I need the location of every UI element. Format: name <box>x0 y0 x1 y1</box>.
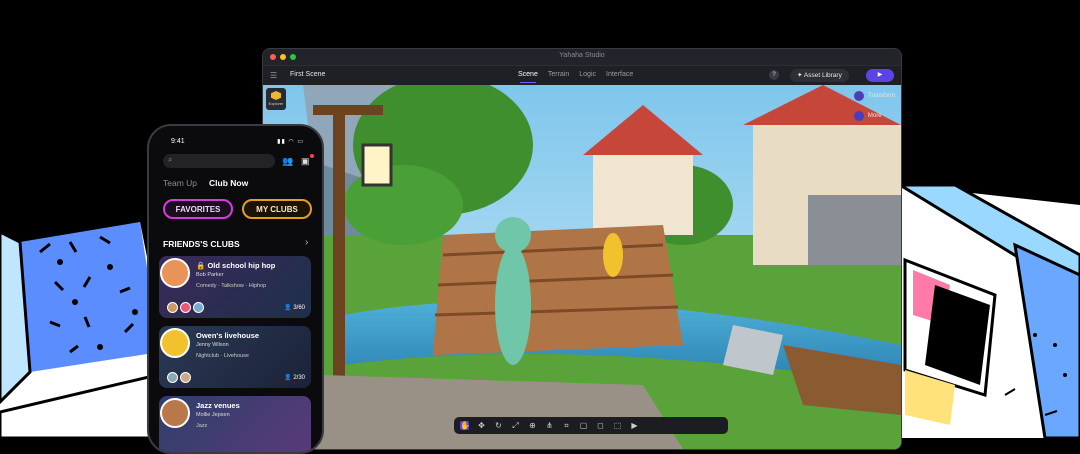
menu-icon[interactable]: ☰ <box>270 71 280 80</box>
cube-icon <box>271 91 281 100</box>
phone-tabs: Team Up Club Now <box>163 178 248 188</box>
move-icon[interactable]: ✥ <box>477 421 486 430</box>
status-time: 9:41 <box>171 138 185 145</box>
search-input[interactable]: ⌕ <box>163 154 275 168</box>
hand-icon[interactable]: ✋ <box>460 421 470 430</box>
avatar <box>160 258 190 288</box>
tab-interface[interactable]: Interface <box>606 69 633 80</box>
transform-button[interactable]: Transform <box>853 91 895 101</box>
scene-title: First Scene <box>290 71 326 78</box>
more-button[interactable]: More <box>853 111 895 121</box>
title-bar: Yahaha Studio <box>263 49 901 66</box>
member-avatars <box>167 372 191 383</box>
notification-badge <box>310 154 314 158</box>
tab-scene[interactable]: Scene <box>518 69 538 83</box>
status-icons: ▮▮ ◠ ▭ <box>277 139 304 145</box>
phone-mockup: 9:41 ▮▮ ◠ ▭ ⌕ 👥 ▣ Team Up Club Now FAVOR… <box>147 124 324 454</box>
member-count: 👤 3/60 <box>284 305 305 311</box>
scene-render <box>263 85 901 449</box>
right-tools: Transform More <box>853 91 895 121</box>
member-count: 👤 2/30 <box>284 375 305 381</box>
sparkle-icon: ✦ <box>797 72 804 79</box>
club-owner: Jenny Wilson <box>196 342 229 348</box>
decorative-box-right <box>897 185 1080 438</box>
club-tags: Jazz <box>196 423 208 429</box>
avatar <box>167 302 178 313</box>
club-card[interactable]: Owen's livehouse Jenny Wilson Nightclub … <box>159 326 311 388</box>
rotate-icon[interactable]: ↻ <box>494 421 503 430</box>
club-card[interactable]: Jazz venues Mollie Jepsen Jazz <box>159 396 311 452</box>
member-avatars <box>167 302 204 313</box>
tab-terrain[interactable]: Terrain <box>548 69 569 80</box>
play-button[interactable]: ▶ <box>866 69 894 82</box>
avatar <box>167 372 178 383</box>
rect-tool-icon[interactable]: ⊕ <box>528 421 537 430</box>
club-name: Owen's livehouse <box>196 331 260 340</box>
help-icon[interactable]: ? <box>769 70 779 80</box>
club-name: Jazz venues <box>196 401 240 410</box>
avatar <box>180 372 191 383</box>
video-icon[interactable]: ▶ <box>630 421 639 430</box>
scene-viewport[interactable]: Explorer Transform More ✋ ✥ ↻ ⤢ ⊕ ⋔ ⌗ ▢ … <box>263 85 901 449</box>
transform-icon <box>853 91 864 101</box>
scale-icon[interactable]: ⤢ <box>511 421 520 430</box>
section-title: FRIENDS'S CLUBS <box>163 239 240 249</box>
club-owner: Bob Parker <box>196 272 224 278</box>
club-name: 🔒 Old school hip hop <box>196 261 276 270</box>
member-count-text: 3/60 <box>293 305 305 311</box>
avatar <box>193 302 204 313</box>
avatar <box>180 302 191 313</box>
grid-icon[interactable]: ▢ <box>579 421 588 430</box>
camera-icon[interactable]: ◻ <box>596 421 605 430</box>
pivot-icon[interactable]: ⋔ <box>545 421 554 430</box>
club-owner: Mollie Jepsen <box>196 412 230 418</box>
favorites-button[interactable]: FAVORITES <box>163 199 233 219</box>
tab-team-up[interactable]: Team Up <box>163 178 197 188</box>
my-clubs-button[interactable]: MY CLUBS <box>242 199 312 219</box>
search-icon: ⌕ <box>168 155 173 164</box>
frame-icon[interactable]: ⬚ <box>613 421 622 430</box>
asset-library-label: Asset Library <box>803 72 842 79</box>
avatar <box>160 398 190 428</box>
club-name-text: Old school hip hop <box>207 261 276 270</box>
editor-tabs: Scene Terrain Logic Interface <box>518 69 633 83</box>
chevron-right-icon[interactable]: › <box>305 237 308 248</box>
transform-label: Transform <box>867 93 895 99</box>
club-card[interactable]: 🔒 Old school hip hop Bob Parker Comedy ·… <box>159 256 311 318</box>
club-tags: Nightclub · Livehouse <box>196 353 249 359</box>
tab-club-now[interactable]: Club Now <box>209 178 248 188</box>
snap-icon[interactable]: ⌗ <box>562 421 571 430</box>
club-tags: Comedy · Talkshow · Hiphop <box>196 283 267 289</box>
studio-window: Yahaha Studio ☰ First Scene Scene Terrai… <box>262 48 902 450</box>
friends-icon[interactable]: 👥 <box>282 156 294 166</box>
asset-library-button[interactable]: ✦ Asset Library <box>790 69 849 82</box>
explorer-label: Explorer <box>268 101 284 106</box>
explorer-panel-button[interactable]: Explorer <box>266 88 286 110</box>
avatar <box>160 328 190 358</box>
bottom-toolbar: ✋ ✥ ↻ ⤢ ⊕ ⋔ ⌗ ▢ ◻ ⬚ ▶ <box>454 417 728 434</box>
more-label: More <box>867 113 882 119</box>
tab-logic[interactable]: Logic <box>579 69 596 80</box>
member-count-text: 2/30 <box>293 375 305 381</box>
top-toolbar: ☰ First Scene Scene Terrain Logic Interf… <box>263 66 901 86</box>
more-icon <box>853 111 864 121</box>
window-title: Yahaha Studio <box>559 52 605 59</box>
